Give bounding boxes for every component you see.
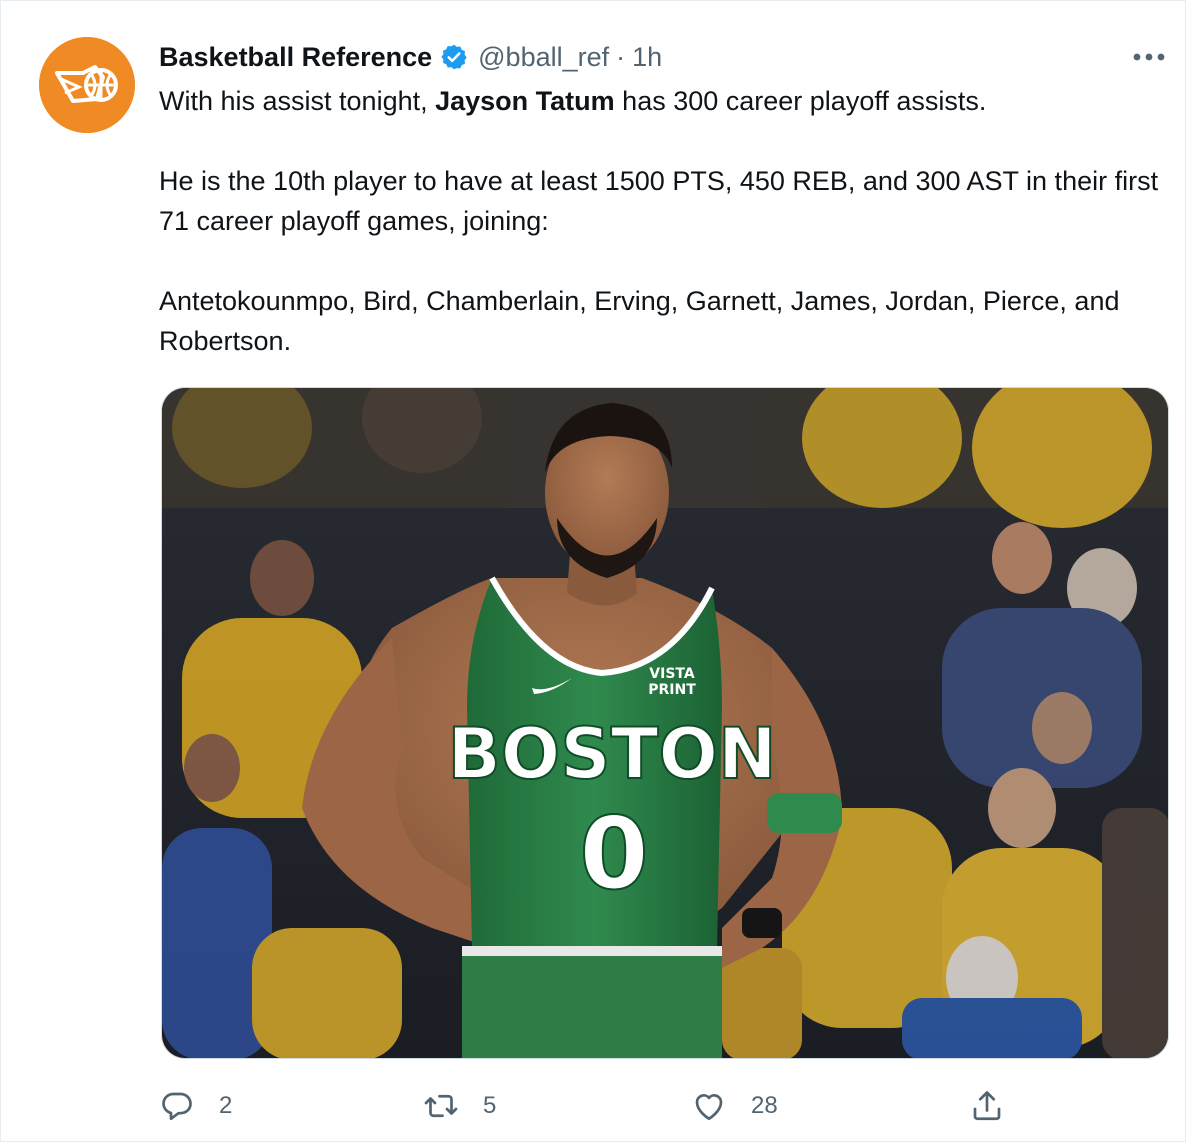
tweet-header: Basketball Reference @bball_ref · 1h (159, 37, 662, 77)
tweet-paragraph-3: Antetokounmpo, Bird, Chamberlain, Erving… (159, 286, 1120, 356)
tweet-paragraph-2: He is the 10th player to have at least 1… (159, 166, 1159, 236)
basketball-reference-logo (39, 37, 135, 133)
display-name[interactable]: Basketball Reference (159, 42, 432, 73)
tweet-photo[interactable]: BOSTON 0 VISTA PRINT (161, 387, 1169, 1059)
player-photo: BOSTON 0 VISTA PRINT (162, 388, 1168, 1058)
like-icon (695, 1094, 723, 1121)
more-options-button[interactable] (1129, 41, 1169, 73)
profile-avatar[interactable] (39, 37, 135, 133)
reply-icon (162, 1092, 192, 1121)
tweet-card: Basketball Reference @bball_ref · 1h Wit… (0, 0, 1186, 1142)
jersey-number-text: 0 (579, 795, 649, 912)
jersey-sponsor-bottom: PRINT (648, 682, 696, 698)
more-options-icon (1133, 53, 1165, 61)
jersey-sponsor-top: VISTA (649, 666, 695, 682)
jersey-city-text: BOSTON (447, 713, 776, 795)
like-button[interactable]: 28 (691, 1081, 778, 1131)
like-count: 28 (751, 1092, 778, 1119)
share-button[interactable] (969, 1081, 1005, 1131)
reply-button[interactable]: 2 (159, 1081, 232, 1131)
tweet-paragraph-1: With his assist tonight, Jayson Tatum ha… (159, 81, 1169, 121)
tweet-text-part: has 300 career playoff assists. (614, 86, 987, 116)
retweet-count: 5 (483, 1092, 497, 1119)
tweet-text-part: With his assist tonight, (159, 86, 436, 116)
retweet-icon (424, 1094, 458, 1118)
reply-count: 2 (219, 1092, 233, 1119)
tweet-timestamp[interactable]: 1h (632, 42, 662, 73)
tweet-text: With his assist tonight, Jayson Tatum ha… (159, 81, 1169, 361)
header-separator: · (616, 41, 626, 72)
verified-badge-icon (440, 43, 468, 71)
retweet-button[interactable]: 5 (423, 1081, 496, 1131)
share-icon (973, 1091, 1001, 1121)
player-name-bold: Jayson Tatum (435, 86, 615, 116)
tweet-actions: 2 5 28 (159, 1081, 1019, 1131)
user-handle[interactable]: @bball_ref (478, 42, 609, 73)
